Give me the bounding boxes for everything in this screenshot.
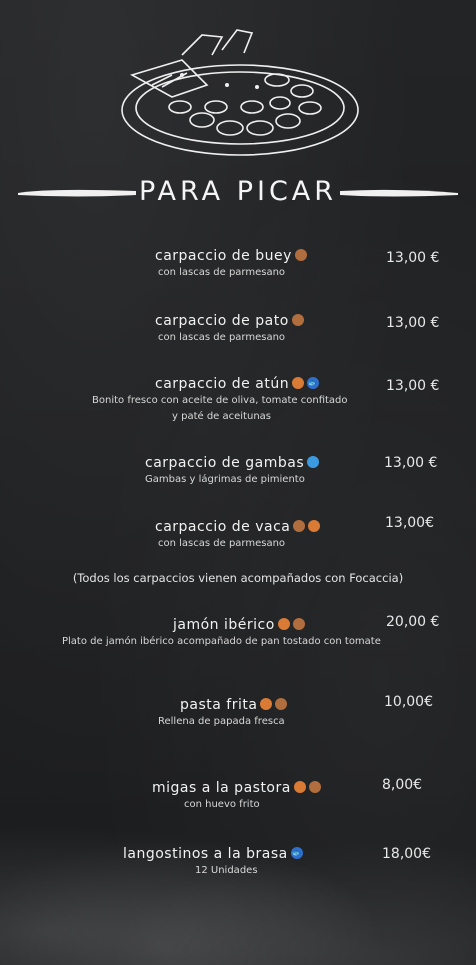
allergen-icon [308, 520, 321, 532]
plate-illustration [121, 29, 359, 156]
allergen-icon [275, 698, 288, 710]
item-price: 18,00€ [382, 846, 431, 862]
allergen-icon [291, 314, 304, 326]
shellfish-icon [307, 456, 320, 468]
item-name: carpaccio de atún [155, 376, 290, 392]
item-name: pasta frita [180, 697, 258, 713]
allergen-icon [292, 377, 305, 389]
item-name: migas a la pastora [152, 780, 291, 796]
allergen-icon [308, 781, 321, 793]
item-name: carpaccio de vaca [155, 519, 291, 535]
item-description: con lascas de parmesano [158, 267, 286, 278]
allergen-icon [293, 781, 306, 793]
allergen-icon [293, 520, 306, 532]
fish-icon: 🐟 [307, 377, 320, 389]
item-price: 8,00€ [382, 777, 423, 793]
item-description: con lascas de parmesano [158, 538, 286, 549]
item-description-line2: y paté de aceitunas [172, 411, 271, 422]
allergen-icon [260, 698, 273, 710]
smoke-decoration [0, 795, 476, 965]
item-price: 13,00 € [386, 250, 440, 266]
item-description: Rellena de papada fresca [158, 716, 285, 727]
allergen-icon [294, 249, 307, 261]
carpaccio-note: (Todos los carpaccios vienen acompañados… [72, 571, 404, 585]
item-name: carpaccio de pato [155, 313, 289, 329]
item-description: Bonito fresco con aceite de oliva, tomat… [92, 395, 348, 406]
section-title: PARA PICAR [138, 176, 338, 207]
item-description: 12 Unidades [195, 865, 258, 876]
item-price: 20,00 € [386, 614, 440, 630]
item-price: 13,00 € [386, 315, 440, 331]
item-name: jamón ibérico [173, 617, 275, 633]
item-description: Plato de jamón ibérico acompañado de pan… [62, 636, 381, 647]
item-description: con huevo frito [184, 799, 260, 810]
item-price: 13,00 € [384, 455, 438, 471]
item-price: 13,00€ [385, 515, 434, 531]
item-name: carpaccio de buey [155, 248, 292, 264]
allergen-icon [277, 618, 290, 630]
allergen-icon [292, 618, 305, 630]
item-name: carpaccio de gambas [145, 455, 305, 471]
item-name: langostinos a la brasa [123, 846, 288, 862]
item-description: Gambas y lágrimas de pimiento [145, 474, 305, 485]
fish-icon: 🐟 [290, 847, 303, 859]
item-price: 10,00€ [384, 694, 433, 710]
item-price: 13,00 € [386, 378, 440, 394]
item-description: con lascas de parmesano [158, 332, 286, 343]
